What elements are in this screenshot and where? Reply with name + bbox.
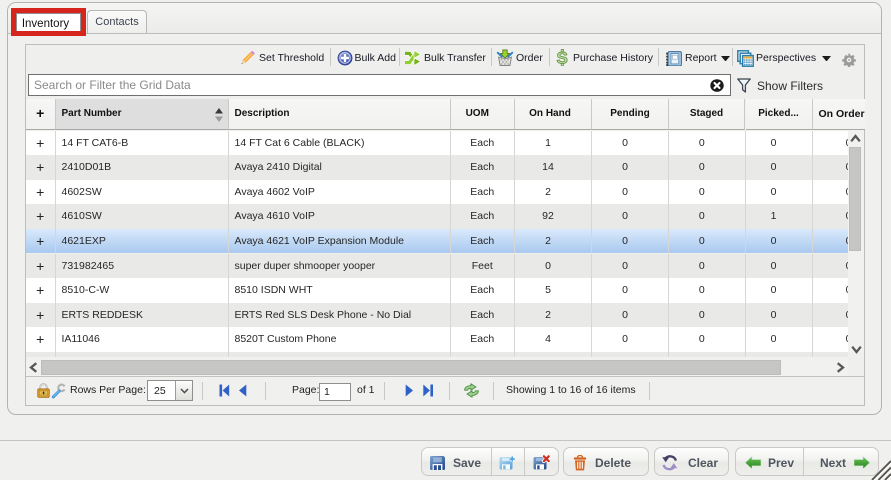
svg-text:S: S bbox=[557, 49, 568, 66]
